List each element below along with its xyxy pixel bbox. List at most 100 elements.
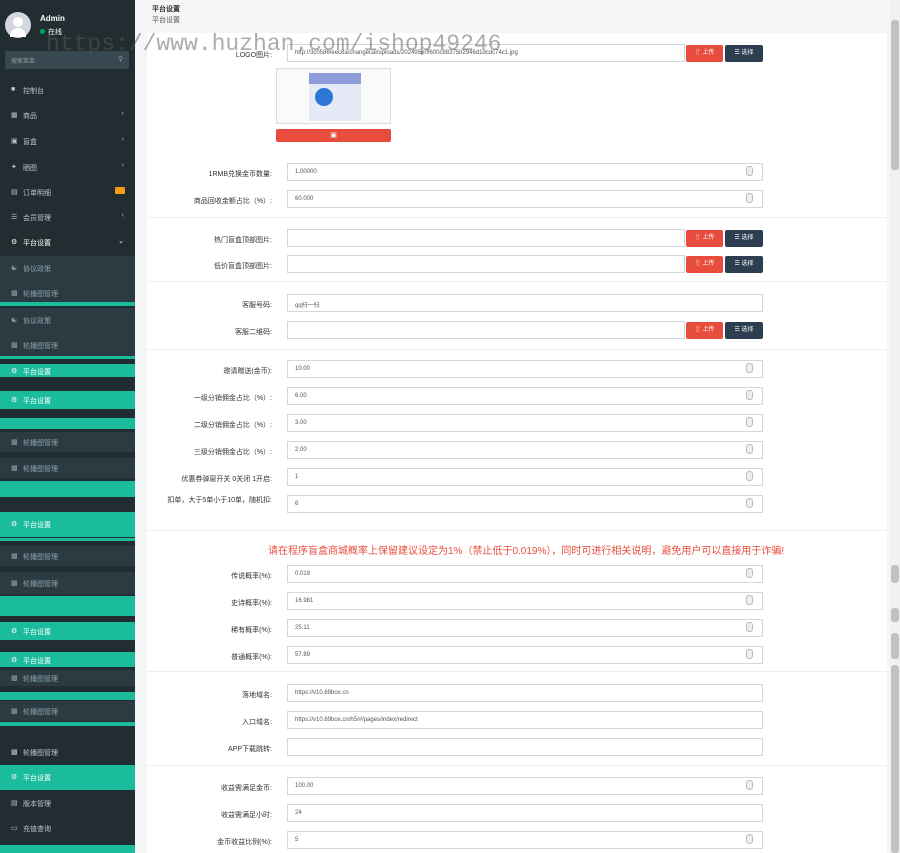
section-divider — [147, 671, 887, 672]
scrollbar-thumb[interactable] — [891, 633, 899, 659]
field-input-level3[interactable]: 2.00 — [287, 441, 763, 459]
sidebar-item-label: 平台设置 — [23, 398, 51, 405]
sidebar-item-label: 平台设置 — [23, 658, 51, 665]
number-spinner-icon[interactable] — [746, 363, 753, 373]
number-spinner-icon[interactable] — [746, 649, 753, 659]
sidebar-item-orders[interactable]: ▤ 订单明细 — [0, 180, 135, 205]
sidebar-item-label: 轮播图管理 — [23, 466, 58, 473]
sidebar-item-members[interactable]: ☰ 会员管理 ‹ — [0, 205, 135, 230]
sidebar-item-script[interactable]: ▤ 版本管理 — [0, 791, 135, 816]
sidebar-artifact — [0, 845, 135, 853]
upload-button[interactable]: ⇧ 上传 — [686, 45, 723, 62]
sidebar-item-carousel-dup[interactable]: ▩ 轮播图管理 — [0, 432, 135, 452]
field-input-landing-domain[interactable]: https://v10.69box.cn — [287, 684, 763, 702]
field-input-level1[interactable]: 6.00 — [287, 387, 763, 405]
number-spinner-icon[interactable] — [746, 622, 753, 632]
number-spinner-icon[interactable] — [746, 498, 753, 508]
field-input-legend[interactable]: 0.019 — [287, 565, 763, 583]
field-input-app-jump[interactable] — [287, 738, 763, 756]
number-spinner-icon[interactable] — [746, 417, 753, 427]
scrollbar-thumb[interactable] — [891, 20, 899, 170]
sidebar-item-carousel-dup[interactable]: ▩ 轮播图管理 — [0, 701, 135, 721]
sidebar-item-platform-dup[interactable]: ⚙ 平台设置 — [0, 391, 135, 409]
number-spinner-icon[interactable] — [746, 568, 753, 578]
field-input-coupon-switch[interactable]: 1 — [287, 468, 763, 486]
number-spinner-icon[interactable] — [746, 471, 753, 481]
watermark: https://www.huzhan.com/ishop49246 — [46, 31, 502, 57]
field-input-income-coin[interactable]: 100.00 — [287, 777, 763, 795]
field-input-hot-top-img[interactable] — [287, 229, 685, 247]
page-scrollbar[interactable] — [890, 0, 900, 853]
scrollbar-thumb[interactable] — [891, 565, 899, 583]
sidebar-item-showcase[interactable]: ✦ 晒图 ‹ — [0, 155, 135, 180]
sidebar-item-carousel-dup[interactable]: ▩ 轮播图管理 — [0, 458, 135, 478]
sidebar-item-carousel-dup[interactable]: ▩ 轮播图管理 — [0, 740, 135, 765]
field-label: APP下载跳转: — [228, 746, 272, 753]
field-label: 稀有概率(%): — [231, 627, 272, 634]
new-badge — [115, 187, 125, 194]
sidebar-item-protocol-dup[interactable]: ☯ 协议政策 — [0, 308, 135, 333]
select-button[interactable]: ☰ 选择 — [725, 256, 763, 273]
select-button[interactable]: ☰ 选择 — [725, 45, 763, 62]
chevron-left-icon: ‹ — [121, 212, 124, 219]
logo-preview-image — [309, 73, 361, 121]
field-input-rare[interactable]: 25.11 — [287, 619, 763, 637]
field-input-normal[interactable]: 57.89 — [287, 646, 763, 664]
field-input-recycle-ratio[interactable]: 60.000 — [287, 190, 763, 208]
number-spinner-icon[interactable] — [746, 390, 753, 400]
delete-image-button[interactable]: ▣ — [276, 129, 391, 142]
sidebar-item-label: 协议政策 — [23, 266, 51, 273]
select-button[interactable]: ☰ 选择 — [725, 322, 763, 339]
sidebar-item-platform-dup[interactable]: ⚙ 平台设置 — [0, 765, 135, 790]
sidebar-artifact — [0, 481, 135, 497]
field-input-service-no[interactable]: qq扫一扫 — [287, 294, 763, 312]
scrollbar-thumb[interactable] — [891, 608, 899, 622]
field-input-income-hours[interactable]: 24 — [287, 804, 763, 822]
upload-button[interactable]: ⇧ 上传 — [686, 230, 723, 247]
field-input-epic[interactable]: 16.981 — [287, 592, 763, 610]
page-subtitle: 平台设置 — [152, 17, 180, 24]
sidebar-item-protocol[interactable]: ☯ 协议政策 — [0, 256, 135, 281]
field-input-service-qr[interactable] — [287, 321, 685, 339]
sidebar-item-label: 平台设置 — [23, 240, 51, 247]
sidebar-item-carousel-dup[interactable]: ▩ 轮播图管理 — [0, 572, 135, 594]
number-spinner-icon[interactable] — [746, 780, 753, 790]
field-row-legend: 传说概率(%): 0.019 — [147, 565, 887, 585]
field-input-invite-gift[interactable]: 10.00 — [287, 360, 763, 378]
sidebar-item-label: 商品 — [23, 113, 37, 120]
upload-button[interactable]: ⇧ 上传 — [686, 322, 723, 339]
upload-button[interactable]: ⇧ 上传 — [686, 256, 723, 273]
scrollbar-thumb[interactable] — [891, 665, 899, 853]
sidebar-item-carousel-dup[interactable]: ▩ 轮播图管理 — [0, 546, 135, 566]
number-spinner-icon[interactable] — [746, 166, 753, 176]
sidebar-item-carousel-dup[interactable]: ▩ 轮播图管理 — [0, 670, 135, 686]
sidebar-item-platform-dup[interactable]: ⚙ 平台设置 — [0, 622, 135, 640]
field-input-deduct[interactable]: 6 — [287, 495, 763, 513]
field-input-entry-domain[interactable]: https://v10.69box.cn/h5/#/pages/index/re… — [287, 711, 763, 729]
field-input-level2[interactable]: 3.00 — [287, 414, 763, 432]
field-row-invite-gift: 邀请赠送(金币): 10.00 — [147, 360, 887, 380]
sidebar-item-platform-dup[interactable]: ⚙ 平台设置 — [0, 364, 135, 377]
field-input-coin-ratio[interactable]: 5 — [287, 831, 763, 849]
sidebar-item-goods[interactable]: ▦ 商品 ‹ — [0, 103, 135, 128]
sidebar-item-label: 轮播图管理 — [23, 676, 58, 683]
sidebar-item-label: 晒图 — [23, 165, 37, 172]
number-spinner-icon[interactable] — [746, 595, 753, 605]
sidebar-item-platform-dup[interactable]: ⚙ 平台设置 — [0, 652, 135, 667]
sidebar-item-blindbox[interactable]: ▣ 盲盒 ‹ — [0, 129, 135, 154]
sidebar-item-carousel-dup[interactable]: ▩ 轮播图管理 — [0, 333, 135, 358]
field-input-rmb-coin[interactable]: 1.00000 — [287, 163, 763, 181]
field-input-cheap-top-img[interactable] — [287, 255, 685, 273]
select-button[interactable]: ☰ 选择 — [725, 230, 763, 247]
sidebar-item-platform-dup[interactable]: ⚙ 平台设置 — [0, 512, 135, 537]
sidebar-item-platform[interactable]: ⚙ 平台设置 ⌄ — [0, 230, 135, 255]
number-spinner-icon[interactable] — [746, 193, 753, 203]
field-row-level1: 一级分销佣金占比（%）: 6.00 — [147, 387, 887, 407]
sidebar-artifact — [0, 302, 135, 306]
number-spinner-icon[interactable] — [746, 444, 753, 454]
sidebar-artifact — [0, 538, 135, 541]
sidebar-item-recharge[interactable]: ▭ 充值查询 — [0, 816, 135, 841]
number-spinner-icon[interactable] — [746, 834, 753, 844]
sidebar-item-dashboard[interactable]: ■ 控制台 — [0, 78, 135, 103]
sidebar-item-label: 轮播图管理 — [23, 291, 58, 298]
